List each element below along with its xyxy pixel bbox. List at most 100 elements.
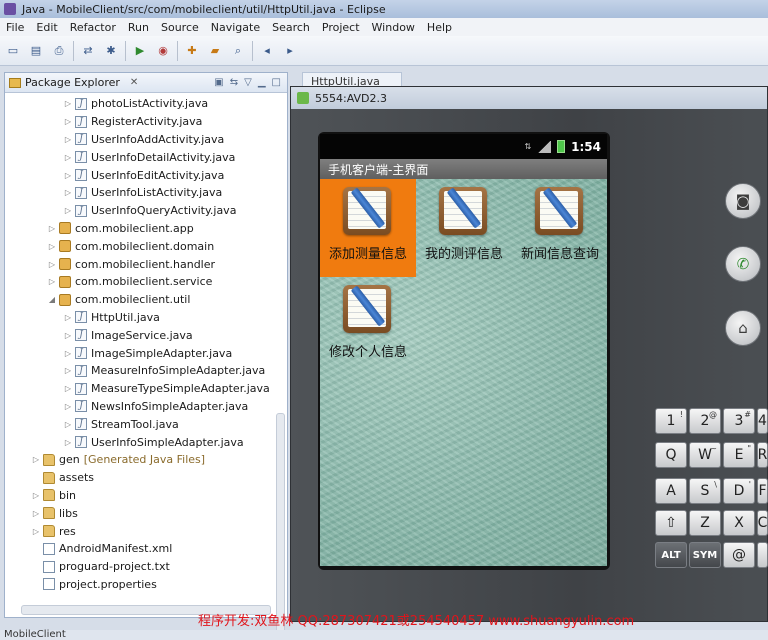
run-icon[interactable]: ▶ xyxy=(131,42,149,60)
key[interactable]: W ~ xyxy=(689,442,721,468)
tree-item[interactable]: ▷ com.mobileclient.service xyxy=(5,273,287,291)
tree-item[interactable]: ▷ J HttpUtil.java xyxy=(5,309,287,327)
tree-item[interactable]: ▷ J MeasureInfoSimpleAdapter.java xyxy=(5,362,287,380)
forward-icon[interactable]: ▸ xyxy=(281,42,299,60)
expand-arrow-icon[interactable]: ▷ xyxy=(63,117,73,126)
link-editor-icon[interactable]: ⇆ xyxy=(230,77,238,88)
key[interactable]: F xyxy=(757,478,768,504)
tree-item[interactable]: ▷ JphotoListActivity.java xyxy=(5,95,287,113)
expand-arrow-icon[interactable]: ▷ xyxy=(63,171,73,180)
expand-arrow-icon[interactable]: ▷ xyxy=(63,349,73,358)
key[interactable]: E " xyxy=(723,442,755,468)
menu-run[interactable]: Run xyxy=(122,21,155,34)
tree-item[interactable]: ◢ com.mobileclient.util xyxy=(5,291,287,309)
expand-arrow-icon[interactable]: ▷ xyxy=(63,99,73,108)
expand-arrow-icon[interactable]: ▷ xyxy=(31,491,41,500)
expand-arrow-icon[interactable]: ▷ xyxy=(63,135,73,144)
key[interactable]: D ' xyxy=(723,478,755,504)
expand-arrow-icon[interactable]: ▷ xyxy=(63,420,73,429)
tree-item[interactable]: ▷ libs xyxy=(5,504,287,522)
tree-item[interactable]: ▷ gen [Generated Java Files] xyxy=(5,451,287,469)
expand-arrow-icon[interactable]: ▷ xyxy=(31,527,41,536)
grid-item-edit-profile[interactable]: 修改个人信息 xyxy=(320,277,416,375)
tree-item[interactable]: ▷ J NewsInfoSimpleAdapter.java xyxy=(5,398,287,416)
collapse-arrow-icon[interactable]: ◢ xyxy=(47,295,57,304)
view-menu-icon[interactable]: ▽ xyxy=(244,77,252,88)
minimize-icon[interactable]: ▁ xyxy=(258,77,266,88)
grid-item-add-measure[interactable]: 添加测量信息 xyxy=(320,179,416,277)
external-tools-icon[interactable]: ◉ xyxy=(154,42,172,60)
refactor-icon[interactable]: ⇄ xyxy=(79,42,97,60)
tree-item[interactable]: ▷ res xyxy=(5,522,287,540)
tree-item[interactable]: ▷ com.mobileclient.domain xyxy=(5,237,287,255)
expand-arrow-icon[interactable]: ▷ xyxy=(63,188,73,197)
key[interactable]: 1! xyxy=(655,408,687,434)
expand-arrow-icon[interactable]: ▷ xyxy=(47,260,57,269)
expand-arrow-icon[interactable]: ▷ xyxy=(63,331,73,340)
tree-item[interactable]: ▷ com.mobileclient.app xyxy=(5,220,287,238)
close-icon[interactable]: ✕ xyxy=(130,77,138,88)
print-icon[interactable]: ⎙ xyxy=(50,42,68,60)
tree-item[interactable]: assets xyxy=(5,469,287,487)
tree-item[interactable]: ▷ J MeasureTypeSimpleAdapter.java xyxy=(5,380,287,398)
tree-item[interactable]: ▷ com.mobileclient.handler xyxy=(5,255,287,273)
tree-item[interactable]: ▷ J UserInfoSimpleAdapter.java xyxy=(5,433,287,451)
new-icon[interactable]: ▭ xyxy=(4,42,22,60)
menu-project[interactable]: Project xyxy=(316,21,366,34)
key[interactable]: A xyxy=(655,478,687,504)
home-button-icon[interactable]: ⌂ xyxy=(725,310,761,346)
tree-item[interactable]: ▷ J UserInfoListActivity.java xyxy=(5,184,287,202)
tree-item[interactable]: ▷ J UserInfoAddActivity.java xyxy=(5,131,287,149)
key[interactable]: Z xyxy=(689,510,721,536)
expand-arrow-icon[interactable]: ▷ xyxy=(63,402,73,411)
expand-arrow-icon[interactable]: ▷ xyxy=(47,277,57,286)
tree-item[interactable]: project.properties xyxy=(5,576,287,594)
call-button-icon[interactable]: ✆ xyxy=(725,246,761,282)
vertical-scrollbar[interactable] xyxy=(276,413,285,633)
grid-item-my-evaluation[interactable]: 我的测评信息 xyxy=(416,179,512,277)
tab-package-explorer[interactable]: Package Explorer ✕ xyxy=(9,76,138,89)
menu-navigate[interactable]: Navigate xyxy=(205,21,266,34)
sym-key[interactable]: SYM xyxy=(689,542,721,568)
maximize-icon[interactable]: □ xyxy=(272,77,281,88)
menu-edit[interactable]: Edit xyxy=(30,21,63,34)
key[interactable]: 2 @ xyxy=(689,408,721,434)
camera-button-icon[interactable]: ◙ xyxy=(725,183,761,219)
expand-arrow-icon[interactable]: ▷ xyxy=(63,384,73,393)
debug-icon[interactable]: ✱ xyxy=(102,42,120,60)
tree-item[interactable]: proguard-project.txt xyxy=(5,558,287,576)
key[interactable]: 3 # xyxy=(723,408,755,434)
key[interactable]: S \ xyxy=(689,478,721,504)
tree-item[interactable]: ▷ J UserInfoQueryActivity.java xyxy=(5,202,287,220)
key[interactable]: C xyxy=(757,510,768,536)
shift-key-icon[interactable]: ⇧ xyxy=(655,510,687,536)
expand-arrow-icon[interactable]: ▷ xyxy=(47,224,57,233)
menu-window[interactable]: Window xyxy=(366,21,421,34)
key[interactable]: X xyxy=(723,510,755,536)
expand-arrow-icon[interactable]: ▷ xyxy=(63,206,73,215)
tree-item[interactable]: ▷ J RegisterActivity.java xyxy=(5,113,287,131)
menu-help[interactable]: Help xyxy=(421,21,458,34)
back-icon[interactable]: ◂ xyxy=(258,42,276,60)
key[interactable]: R xyxy=(757,442,768,468)
new-java-project-icon[interactable]: ✚ xyxy=(183,42,201,60)
tree-item[interactable]: ▷ J ImageSimpleAdapter.java xyxy=(5,344,287,362)
collapse-all-icon[interactable]: ▣ xyxy=(214,77,223,88)
expand-arrow-icon[interactable]: ▷ xyxy=(31,455,41,464)
tree-item[interactable]: AndroidManifest.xml xyxy=(5,540,287,558)
key[interactable] xyxy=(757,542,768,568)
expand-arrow-icon[interactable]: ▷ xyxy=(63,438,73,447)
tree-item[interactable]: ▷ bin xyxy=(5,487,287,505)
menu-refactor[interactable]: Refactor xyxy=(64,21,122,34)
tree-item[interactable]: ▷ J UserInfoDetailActivity.java xyxy=(5,148,287,166)
expand-arrow-icon[interactable]: ▷ xyxy=(63,153,73,162)
tree-item[interactable]: ▷ J UserInfoEditActivity.java xyxy=(5,166,287,184)
menu-file[interactable]: File xyxy=(0,21,30,34)
grid-item-news-query[interactable]: 新闻信息查询 xyxy=(512,179,608,277)
tree-item[interactable]: ▷ J StreamTool.java xyxy=(5,415,287,433)
menu-source[interactable]: Source xyxy=(155,21,205,34)
search-icon[interactable]: ⌕ xyxy=(229,42,247,60)
save-icon[interactable]: ▤ xyxy=(27,42,45,60)
menu-search[interactable]: Search xyxy=(266,21,316,34)
key[interactable]: 4 xyxy=(757,408,768,434)
